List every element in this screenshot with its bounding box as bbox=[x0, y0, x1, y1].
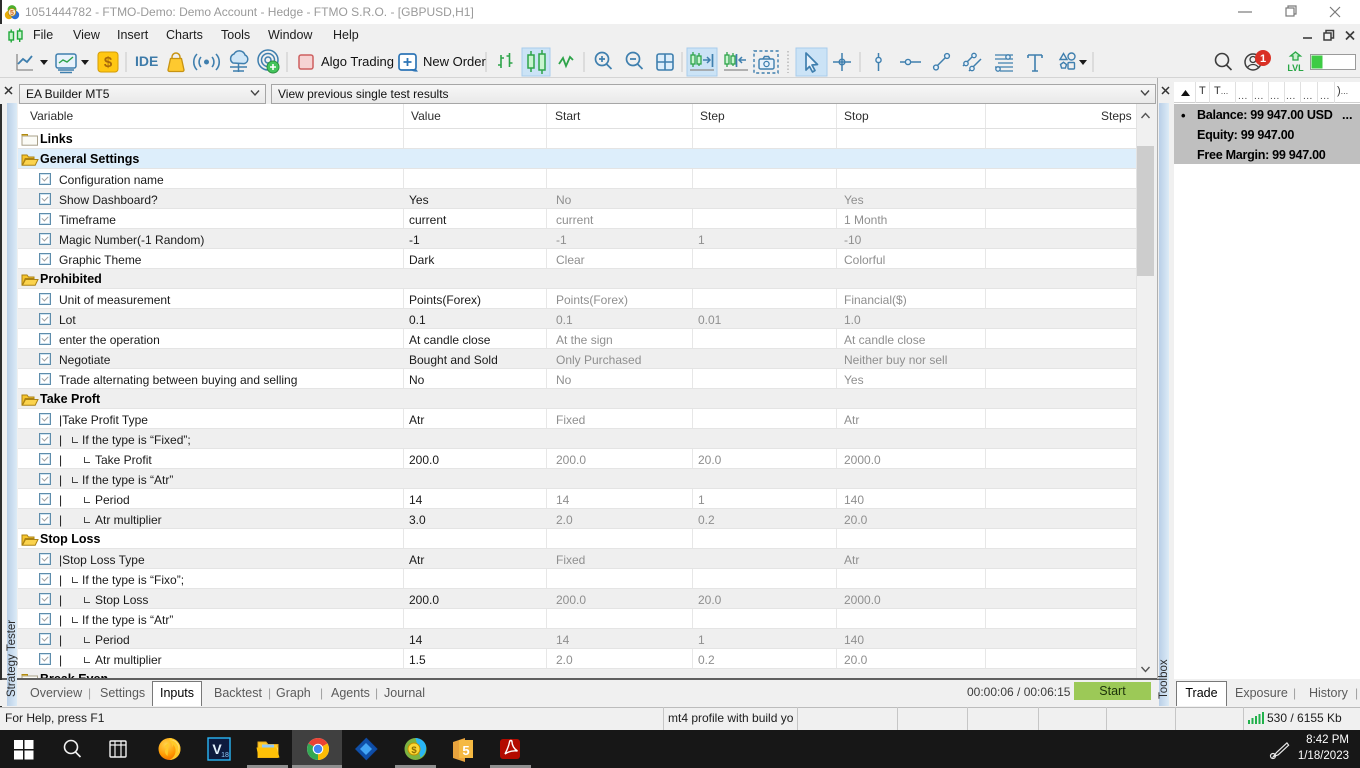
svg-text:18: 18 bbox=[221, 752, 229, 759]
svg-text:$: $ bbox=[104, 54, 113, 71]
svg-text:5: 5 bbox=[462, 743, 469, 758]
svg-text:Algo Trading: Algo Trading bbox=[321, 54, 394, 69]
svg-text:LVL: LVL bbox=[1287, 63, 1304, 73]
svg-text:IDE: IDE bbox=[135, 53, 158, 69]
svg-text:$: $ bbox=[411, 745, 417, 756]
svg-text:5: 5 bbox=[10, 10, 14, 17]
svg-text:1: 1 bbox=[1260, 53, 1266, 65]
svg-text:New Order: New Order bbox=[423, 54, 487, 69]
